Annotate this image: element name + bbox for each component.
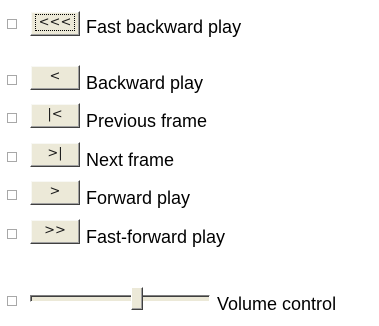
bullet-checkbox-icon	[7, 229, 17, 239]
backward-play-button[interactable]: <	[30, 65, 80, 90]
volume-control-label: Volume control	[217, 294, 337, 314]
backward-play-icon: <	[49, 69, 61, 84]
list-item-volume: Volume control	[0, 283, 379, 319]
fast-forward-icon: >>	[44, 223, 66, 238]
forward-play-icon: >	[49, 184, 61, 199]
bullet-checkbox-icon	[7, 190, 17, 200]
previous-frame-icon: |<	[47, 107, 63, 122]
list-item-previous-frame: |< Previous frame	[0, 100, 379, 136]
backward-play-label: Backward play	[86, 73, 204, 93]
previous-frame-label: Previous frame	[86, 111, 208, 131]
fast-forward-label: Fast-forward play	[86, 227, 226, 247]
fast-forward-button[interactable]: >>	[30, 219, 80, 244]
fast-backward-button[interactable]: <<<	[30, 11, 80, 36]
bullet-checkbox-icon	[7, 152, 17, 162]
volume-slider[interactable]	[30, 286, 210, 312]
next-frame-label: Next frame	[86, 150, 175, 170]
bullet-checkbox-icon	[7, 19, 17, 29]
forward-play-label: Forward play	[86, 188, 191, 208]
list-item-fast-backward: <<< Fast backward play	[0, 6, 379, 42]
fast-backward-icon: <<<	[34, 14, 76, 31]
list-item-backward: < Backward play	[0, 62, 379, 98]
bullet-checkbox-icon	[7, 296, 17, 306]
list-item-forward: > Forward play	[0, 177, 379, 213]
forward-play-button[interactable]: >	[30, 180, 80, 205]
list-item-fast-forward: >> Fast-forward play	[0, 216, 379, 252]
next-frame-button[interactable]: >|	[30, 142, 80, 167]
bullet-checkbox-icon	[7, 75, 17, 85]
previous-frame-button[interactable]: |<	[30, 103, 80, 128]
bullet-checkbox-icon	[7, 113, 17, 123]
next-frame-icon: >|	[47, 146, 63, 161]
fast-backward-label: Fast backward play	[86, 17, 242, 37]
volume-slider-thumb[interactable]	[130, 287, 143, 310]
list-item-next-frame: >| Next frame	[0, 139, 379, 175]
volume-slider-track[interactable]	[30, 295, 210, 302]
